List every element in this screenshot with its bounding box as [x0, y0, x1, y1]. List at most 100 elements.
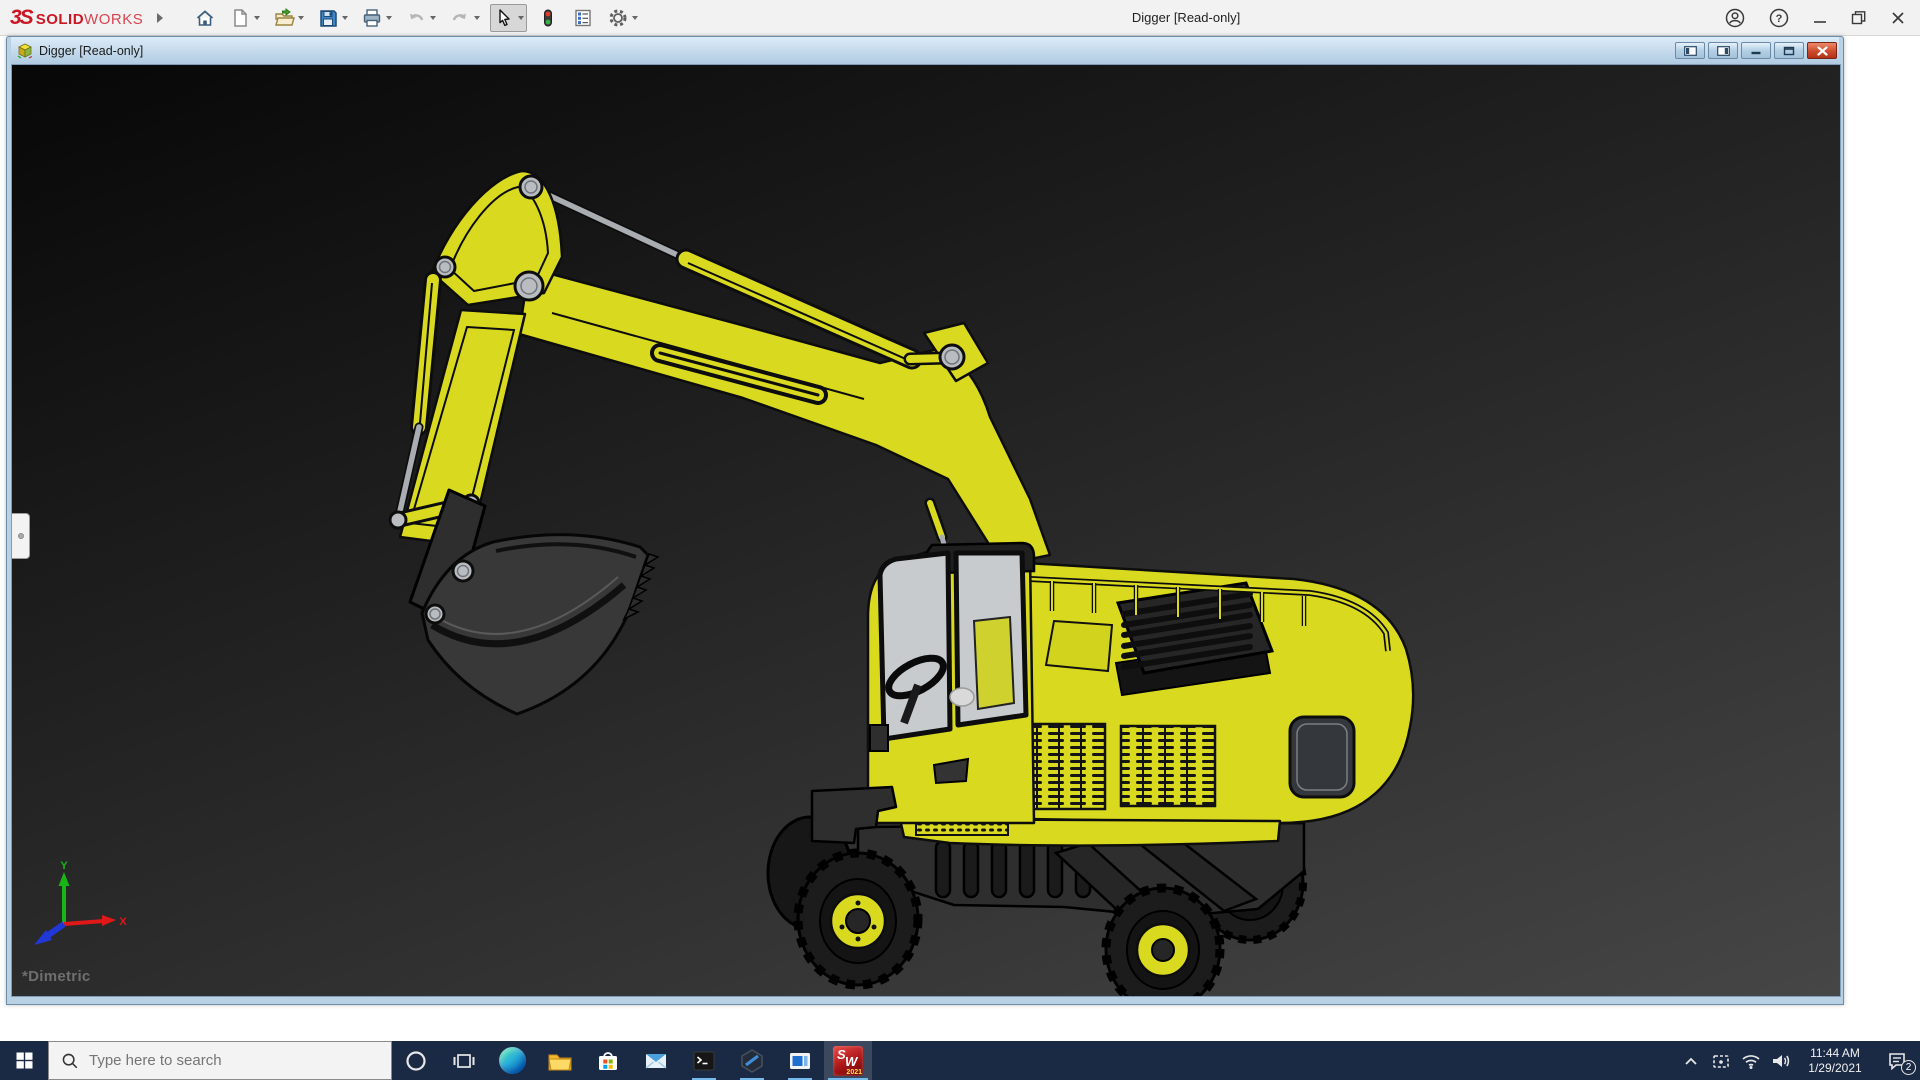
select-cursor-icon [493, 7, 515, 29]
show-hidden-icons-button[interactable] [1676, 1041, 1706, 1080]
taskbar-edrawings-button[interactable] [728, 1041, 776, 1080]
show-display-pane-button[interactable] [1708, 42, 1738, 59]
graphics-viewport[interactable]: Y X *Dimetric [11, 64, 1841, 997]
taskbar-task-view-button[interactable] [440, 1041, 488, 1080]
cortana-icon [404, 1049, 428, 1073]
pane-right-icon [1717, 46, 1730, 56]
taskbar-remote-desktop-button[interactable] [776, 1041, 824, 1080]
rebuild-traffic-light-icon [537, 7, 559, 29]
remote-desktop-icon [787, 1048, 813, 1074]
chevron-down-icon[interactable] [254, 16, 260, 20]
chevron-down-icon[interactable] [474, 16, 480, 20]
account-icon[interactable] [1724, 7, 1746, 29]
restore-icon [1783, 46, 1795, 56]
app-window-controls: ? [1724, 7, 1906, 29]
taskbar-edge-button[interactable] [488, 1041, 536, 1080]
document-title: Digger [Read-only] [39, 44, 143, 58]
show-featuremanager-pane-button[interactable] [1675, 42, 1705, 59]
restore-icon[interactable] [1850, 9, 1868, 27]
taskbar-solidworks-button[interactable]: S W 2021 [824, 1041, 872, 1080]
save-button[interactable] [314, 4, 351, 32]
taskbar-cortana-button[interactable] [392, 1041, 440, 1080]
windows-taskbar: S W 2021 11:44 AM 1/29/2021 2 [0, 1041, 1920, 1080]
reference-triad: Y X [22, 860, 132, 960]
triad-y-label: Y [60, 860, 68, 872]
solidworks-logo: 3S SOLID WORKS [10, 6, 143, 30]
redo-icon [449, 7, 471, 29]
triad-x-label: X [119, 916, 127, 928]
solidworks-2021-icon: S W 2021 [833, 1046, 863, 1076]
chevron-right-icon [157, 13, 163, 23]
tray-network-button[interactable] [1736, 1041, 1766, 1080]
toolbar-flyout-arrow[interactable] [157, 13, 163, 23]
search-input[interactable] [89, 1052, 359, 1069]
clock-time: 11:44 AM [1800, 1046, 1870, 1061]
select-tool-button[interactable] [490, 4, 527, 32]
taskbar-mail-button[interactable] [632, 1041, 680, 1080]
document-window-controls [1675, 42, 1837, 59]
minimize-icon[interactable] [1812, 10, 1828, 26]
taskbar-file-explorer-button[interactable] [536, 1041, 584, 1080]
save-floppy-icon [317, 7, 339, 29]
system-tray: 11:44 AM 1/29/2021 2 [1676, 1041, 1920, 1080]
solidworks-logo-mark: 3S [10, 6, 32, 30]
home-button[interactable] [191, 4, 219, 32]
taskbar-store-button[interactable] [584, 1041, 632, 1080]
store-icon [595, 1048, 621, 1074]
gear-icon [607, 7, 629, 29]
close-icon[interactable] [1890, 10, 1906, 26]
chevron-down-icon[interactable] [386, 16, 392, 20]
file-explorer-icon [547, 1048, 573, 1074]
app-window-title: Digger [Read-only] [648, 10, 1724, 25]
chevron-down-icon[interactable] [342, 16, 348, 20]
notification-count-badge: 2 [1901, 1060, 1916, 1075]
search-icon [61, 1052, 79, 1070]
action-center-button[interactable]: 2 [1874, 1041, 1920, 1080]
file-properties-button[interactable] [569, 4, 597, 32]
undo-button[interactable] [402, 4, 439, 32]
help-icon[interactable]: ? [1768, 7, 1790, 29]
svg-text:?: ? [1776, 13, 1783, 25]
app-client-area: Digger [Read-only] [0, 36, 1920, 1041]
windows-logo-icon [16, 1052, 33, 1069]
taskbar-search[interactable] [48, 1041, 392, 1080]
wireless-display-icon [1710, 1050, 1732, 1072]
edrawings-hexagon-icon [739, 1048, 765, 1074]
document-titlebar[interactable]: Digger [Read-only] [11, 37, 1839, 64]
featuremanager-collapsed-tab[interactable] [12, 513, 30, 559]
file-properties-icon [572, 7, 594, 29]
solidworks-year-label: 2021 [846, 1069, 862, 1076]
chevron-down-icon[interactable] [430, 16, 436, 20]
assembly-cube-icon [17, 43, 33, 59]
pane-handle-dot [18, 533, 24, 539]
taskbar-command-prompt-button[interactable] [680, 1041, 728, 1080]
redo-button[interactable] [446, 4, 483, 32]
taskbar-clock[interactable]: 11:44 AM 1/29/2021 [1796, 1046, 1874, 1076]
start-button[interactable] [0, 1041, 48, 1080]
front-left-wheel [798, 853, 918, 985]
minimize-icon [1750, 46, 1762, 55]
tray-volume-button[interactable] [1766, 1041, 1796, 1080]
front-right-wheel [1106, 888, 1220, 997]
pane-left-icon [1684, 46, 1697, 56]
chevron-down-icon[interactable] [632, 16, 638, 20]
tray-connect-button[interactable] [1706, 1041, 1736, 1080]
open-folder-icon [273, 7, 295, 29]
chevron-down-icon[interactable] [518, 16, 524, 20]
app-titlebar: 3S SOLID WORKS [0, 0, 1920, 36]
mail-icon [643, 1048, 669, 1074]
document-close-button[interactable] [1807, 42, 1837, 59]
print-button[interactable] [358, 4, 395, 32]
chevron-down-icon[interactable] [298, 16, 304, 20]
rebuild-button[interactable] [534, 4, 562, 32]
document-minimize-button[interactable] [1741, 42, 1771, 59]
task-view-icon [452, 1049, 476, 1073]
command-prompt-icon [691, 1048, 717, 1074]
clock-date: 1/29/2021 [1800, 1061, 1870, 1076]
open-button[interactable] [270, 4, 307, 32]
document-window: Digger [Read-only] [6, 36, 1844, 1005]
document-restore-button[interactable] [1774, 42, 1804, 59]
options-button[interactable] [604, 4, 641, 32]
digger-3d-model [12, 65, 1841, 997]
new-document-button[interactable] [226, 4, 263, 32]
